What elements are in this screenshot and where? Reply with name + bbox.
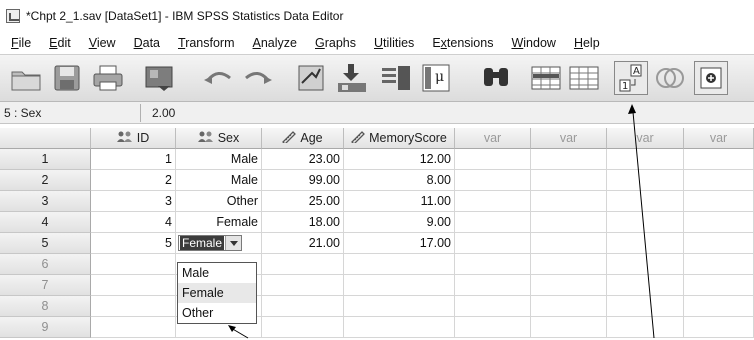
toolbar-callout-arrow (628, 104, 655, 339)
dropdown-callout-arrow (228, 325, 249, 339)
callout-arrows (228, 104, 655, 339)
